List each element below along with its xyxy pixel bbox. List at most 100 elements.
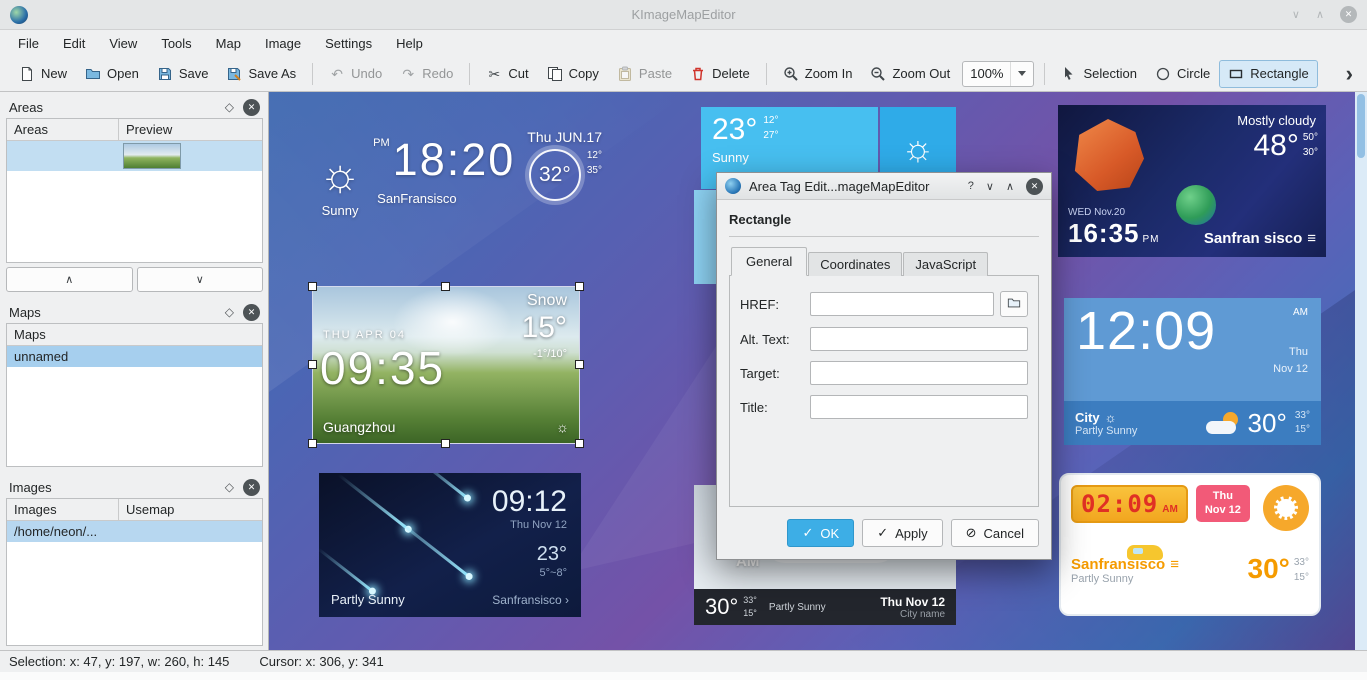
href-file-picker-button[interactable] xyxy=(1000,291,1028,317)
menu-map[interactable]: Map xyxy=(204,32,253,55)
dialog-close-icon[interactable]: ✕ xyxy=(1026,178,1043,195)
sun-cloud-icon xyxy=(1206,412,1240,434)
selection-handle[interactable] xyxy=(308,282,317,291)
move-up-button[interactable]: ∧ xyxy=(6,267,133,292)
paste-button[interactable]: Paste xyxy=(608,60,681,88)
widget-city: Sanfran sisco xyxy=(1204,230,1302,247)
new-file-icon xyxy=(19,66,35,82)
float-panel-icon[interactable]: ◇ xyxy=(225,306,234,318)
menu-tools[interactable]: Tools xyxy=(149,32,203,55)
chevron-right-icon: › xyxy=(1346,61,1353,86)
dialog-help-button[interactable]: ? xyxy=(968,180,974,192)
dialog-minimize-icon[interactable]: ∨ xyxy=(986,180,994,193)
folder-icon xyxy=(1007,296,1021,313)
area-list-selected-row[interactable] xyxy=(7,141,262,171)
circle-tool-icon xyxy=(1155,66,1171,82)
widget-ampm: AM xyxy=(1293,307,1308,318)
widget-time: 18:20 xyxy=(393,134,516,185)
ok-button[interactable]: ✓ OK xyxy=(787,519,854,547)
target-input[interactable] xyxy=(810,361,1028,385)
menu-help[interactable]: Help xyxy=(384,32,435,55)
selection-handle[interactable] xyxy=(308,439,317,448)
close-icon[interactable]: ✕ xyxy=(1340,6,1357,23)
menu-image[interactable]: Image xyxy=(253,32,313,55)
column-header-areas[interactable]: Areas xyxy=(7,119,119,140)
href-input[interactable] xyxy=(810,292,994,316)
selection-handle[interactable] xyxy=(575,282,584,291)
selection-handle[interactable] xyxy=(575,360,584,369)
map-list-item[interactable]: unnamed xyxy=(7,346,262,367)
apply-button[interactable]: ✓ Apply xyxy=(862,519,942,547)
zoom-level-select[interactable]: 100% xyxy=(962,61,1034,87)
close-panel-icon[interactable]: ✕ xyxy=(243,99,260,116)
chevron-down-icon xyxy=(1018,71,1026,76)
widget-lo: 27° xyxy=(763,129,778,144)
widget-hi: 50° xyxy=(1303,131,1318,146)
move-down-button[interactable]: ∨ xyxy=(137,267,264,292)
areas-panel-title: Areas xyxy=(9,100,225,115)
close-panel-icon[interactable]: ✕ xyxy=(243,304,260,321)
window-titlebar[interactable]: KImageMapEditor ∨ ∧ ✕ xyxy=(0,0,1367,30)
title-input[interactable] xyxy=(810,395,1028,419)
maximize-icon[interactable]: ∧ xyxy=(1316,8,1324,21)
rectangle-tool-button[interactable]: Rectangle xyxy=(1219,60,1318,88)
selection-handle[interactable] xyxy=(575,439,584,448)
zoom-in-button[interactable]: Zoom In xyxy=(774,60,862,88)
tab-general[interactable]: General xyxy=(731,247,807,276)
selection-handle[interactable] xyxy=(441,282,450,291)
selection-tool-button[interactable]: Selection xyxy=(1052,60,1145,88)
undo-button[interactable]: ↶ Undo xyxy=(320,60,391,88)
widget-temp: 32° xyxy=(529,149,581,201)
toolbar-overflow-button[interactable]: › xyxy=(1342,63,1357,85)
selected-area-rectangle[interactable]: Snow 15° -1°/10° THU APR 04 09:35 Guangz… xyxy=(313,287,579,443)
column-header-images[interactable]: Images xyxy=(7,499,119,520)
widget-temp: 30° xyxy=(1248,553,1290,585)
selection-handle[interactable] xyxy=(308,360,317,369)
settings-icon: ≡ xyxy=(1170,556,1179,573)
widget-lo: 15° xyxy=(1295,423,1310,438)
widget-lo: 35° xyxy=(587,164,602,179)
weather-widget-partial xyxy=(694,190,717,284)
widget-temp: 23° xyxy=(537,543,567,566)
zoom-out-button[interactable]: Zoom Out xyxy=(861,60,959,88)
column-header-maps[interactable]: Maps xyxy=(7,324,262,345)
open-button[interactable]: Open xyxy=(76,60,148,88)
cancel-button[interactable]: ⊘ Cancel xyxy=(951,519,1039,547)
dialog-titlebar[interactable]: Area Tag Edit...mageMapEditor ? ∨ ∧ ✕ xyxy=(717,173,1051,200)
vertical-scrollbar[interactable] xyxy=(1355,92,1367,650)
close-panel-icon[interactable]: ✕ xyxy=(243,479,260,496)
save-button[interactable]: Save xyxy=(148,60,218,88)
widget-hi: 33° xyxy=(1295,409,1310,424)
menu-file[interactable]: File xyxy=(6,32,51,55)
minimize-icon[interactable]: ∨ xyxy=(1292,8,1300,21)
widget-hi: 33° xyxy=(743,594,757,607)
new-button[interactable]: New xyxy=(10,60,76,88)
shop-illustration xyxy=(1263,485,1309,531)
column-header-preview[interactable]: Preview xyxy=(119,119,262,140)
save-as-button[interactable]: Save As xyxy=(217,60,305,88)
menu-view[interactable]: View xyxy=(97,32,149,55)
widget-city: Sanfransisco › xyxy=(492,593,569,607)
float-panel-icon[interactable]: ◇ xyxy=(225,101,234,113)
delete-button[interactable]: Delete xyxy=(681,60,759,88)
dialog-maximize-icon[interactable]: ∧ xyxy=(1006,180,1014,193)
image-list-item[interactable]: /home/neon/... xyxy=(7,521,262,542)
float-panel-icon[interactable]: ◇ xyxy=(225,481,234,493)
column-header-usemap[interactable]: Usemap xyxy=(119,499,262,520)
scrollbar-thumb[interactable] xyxy=(1357,94,1365,158)
earth-illustration xyxy=(1176,185,1216,225)
tab-coordinates[interactable]: Coordinates xyxy=(808,252,902,276)
menu-settings[interactable]: Settings xyxy=(313,32,384,55)
menu-edit[interactable]: Edit xyxy=(51,32,97,55)
dialog-title: Area Tag Edit...mageMapEditor xyxy=(749,179,960,194)
copy-button[interactable]: Copy xyxy=(538,60,608,88)
selection-handle[interactable] xyxy=(441,439,450,448)
tab-javascript[interactable]: JavaScript xyxy=(903,252,988,276)
cut-button[interactable]: ✂ Cut xyxy=(477,60,537,88)
title-label: Title: xyxy=(740,400,804,415)
alt-text-input[interactable] xyxy=(810,327,1028,351)
car-illustration xyxy=(1127,545,1163,560)
redo-button[interactable]: ↷ Redo xyxy=(391,60,462,88)
widget-range: 5°~8° xyxy=(540,567,567,579)
circle-tool-button[interactable]: Circle xyxy=(1146,60,1219,88)
